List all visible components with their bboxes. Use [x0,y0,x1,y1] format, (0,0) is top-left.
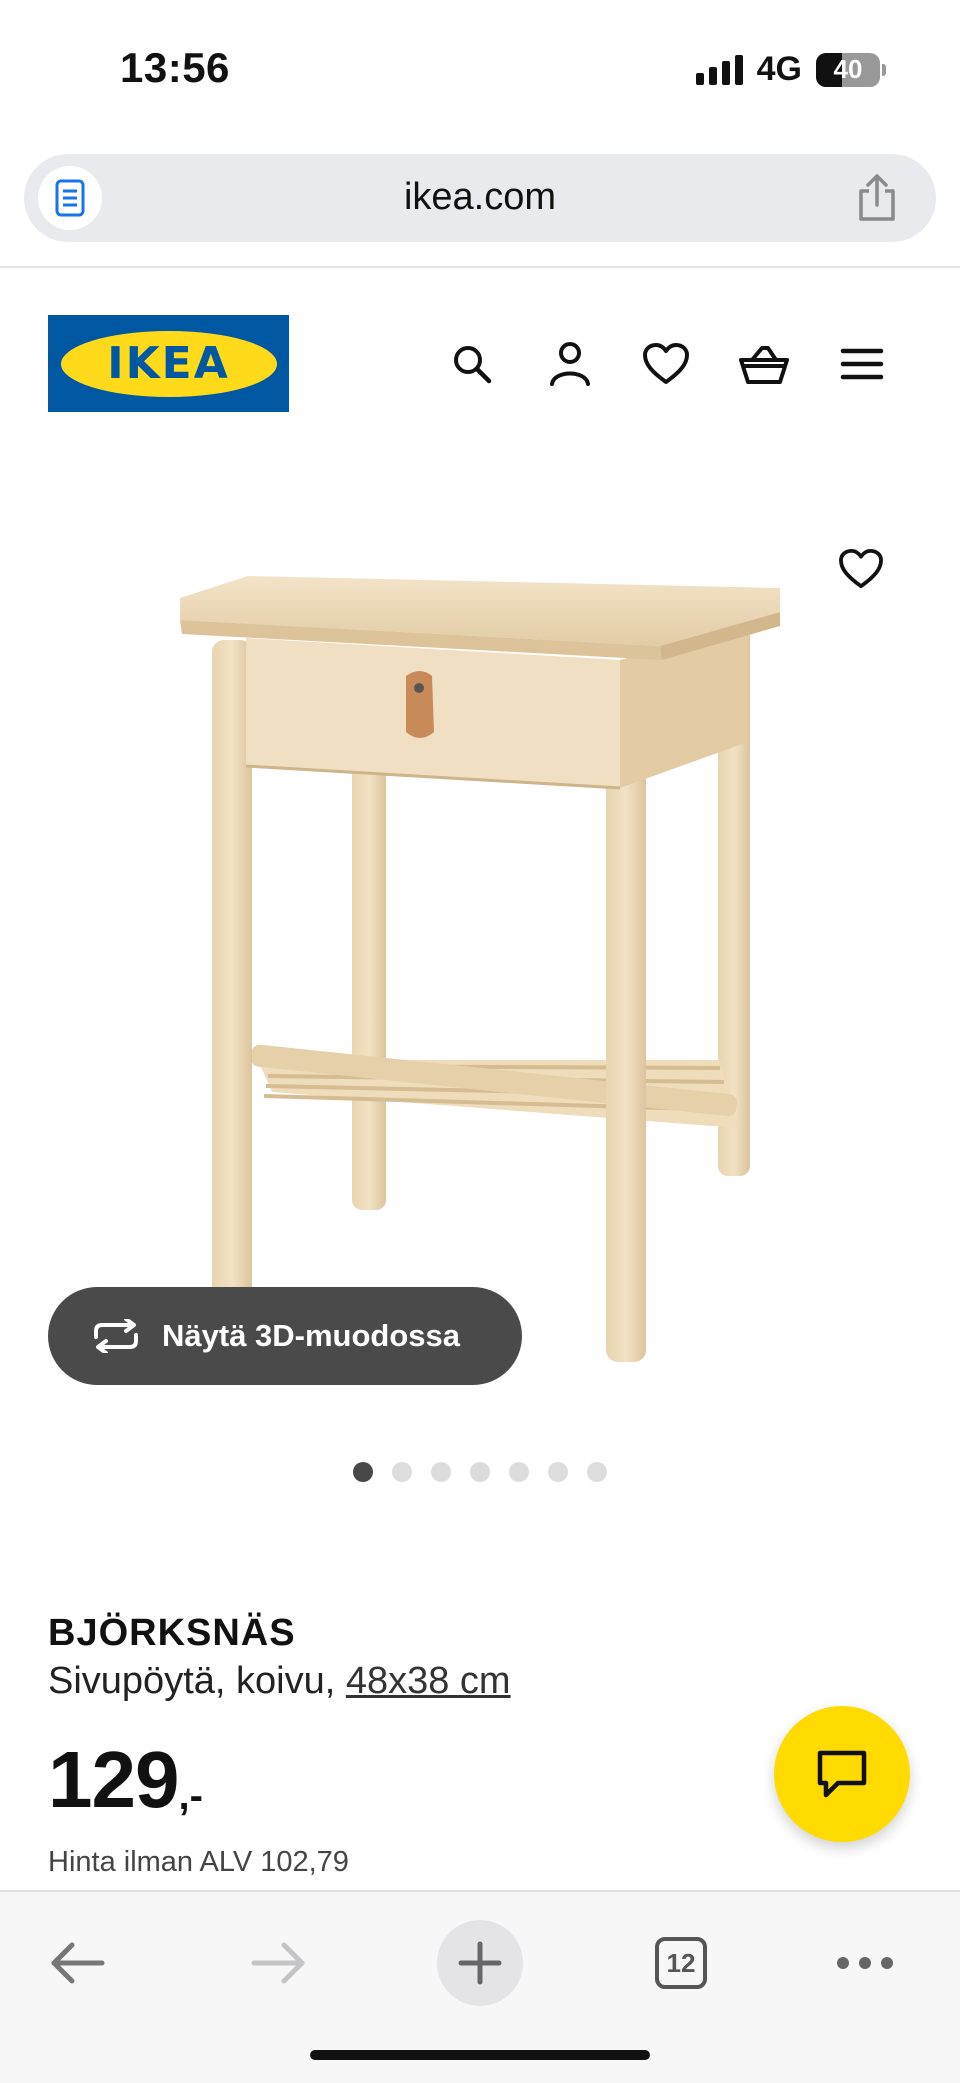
divider [0,266,960,268]
favourites-button[interactable] [636,336,696,392]
product-price: 129 ,- [48,1740,203,1820]
save-to-favourites-button[interactable] [836,544,886,594]
new-tab-button[interactable] [437,1920,523,2006]
tabs-button[interactable]: 12 [636,1918,726,2008]
signal-icon [695,54,743,85]
logo-text: IKEA [107,338,230,389]
menu-button[interactable] [832,336,892,392]
account-button[interactable] [540,336,600,392]
more-button[interactable] [820,1918,910,2008]
share-icon [859,174,895,221]
heart-icon [643,343,689,384]
view-3d-label: Näytä 3D-muodossa [162,1318,461,1353]
chat-button[interactable] [774,1706,910,1842]
url-text[interactable]: ikea.com [24,176,936,219]
search-button[interactable] [442,336,502,392]
status-time: 13:56 [120,44,230,91]
status-indicators: 4G 40 [695,50,886,89]
price-without-vat: Hinta ilman ALV 102,79 [48,1846,349,1878]
product-description: Sivupöytä, koivu, 48x38 cm [48,1660,511,1703]
forward-button[interactable] [234,1918,324,2008]
carousel-dot[interactable] [470,1462,490,1482]
battery-level: 40 [833,54,863,84]
address-bar[interactable]: ikea.com [24,154,936,242]
tabs-count: 12 [655,1937,707,1989]
home-indicator [310,2050,650,2060]
arrow-left-icon [51,1942,105,1984]
account-icon [550,342,590,386]
carousel-dot[interactable] [587,1462,607,1482]
heart-icon [839,548,883,589]
ikea-logo[interactable]: IKEA [48,315,289,412]
arrow-right-icon [251,1942,305,1984]
carousel-dot[interactable] [431,1462,451,1482]
menu-icon [840,348,884,380]
carousel-dot[interactable] [353,1462,373,1482]
price-integer: 129 [48,1735,179,1824]
view-3d-button[interactable]: Näytä 3D-muodossa [48,1287,522,1385]
network-type: 4G [756,50,802,88]
price-suffix: ,- [178,1774,203,1818]
plus-icon [458,1941,502,1985]
carousel-dot[interactable] [392,1462,412,1482]
more-icon [837,1957,893,1969]
rotate-3d-icon [90,1316,146,1356]
carousel-dot[interactable] [548,1462,568,1482]
product-dimensions-link[interactable]: 48x38 cm [346,1660,511,1702]
basket-icon [739,346,789,384]
product-name: BJÖRKSNÄS [48,1612,296,1654]
carousel-dot[interactable] [509,1462,529,1482]
chat-icon [817,1750,867,1798]
product-type: Sivupöytä, koivu, [48,1660,336,1702]
basket-button[interactable] [734,336,794,392]
share-button[interactable] [852,172,902,224]
product-image[interactable] [0,470,960,1400]
back-button[interactable] [32,1918,122,2008]
search-icon [454,346,492,384]
image-carousel-indicator[interactable] [0,1462,960,1482]
battery-icon: 40 [816,52,886,87]
